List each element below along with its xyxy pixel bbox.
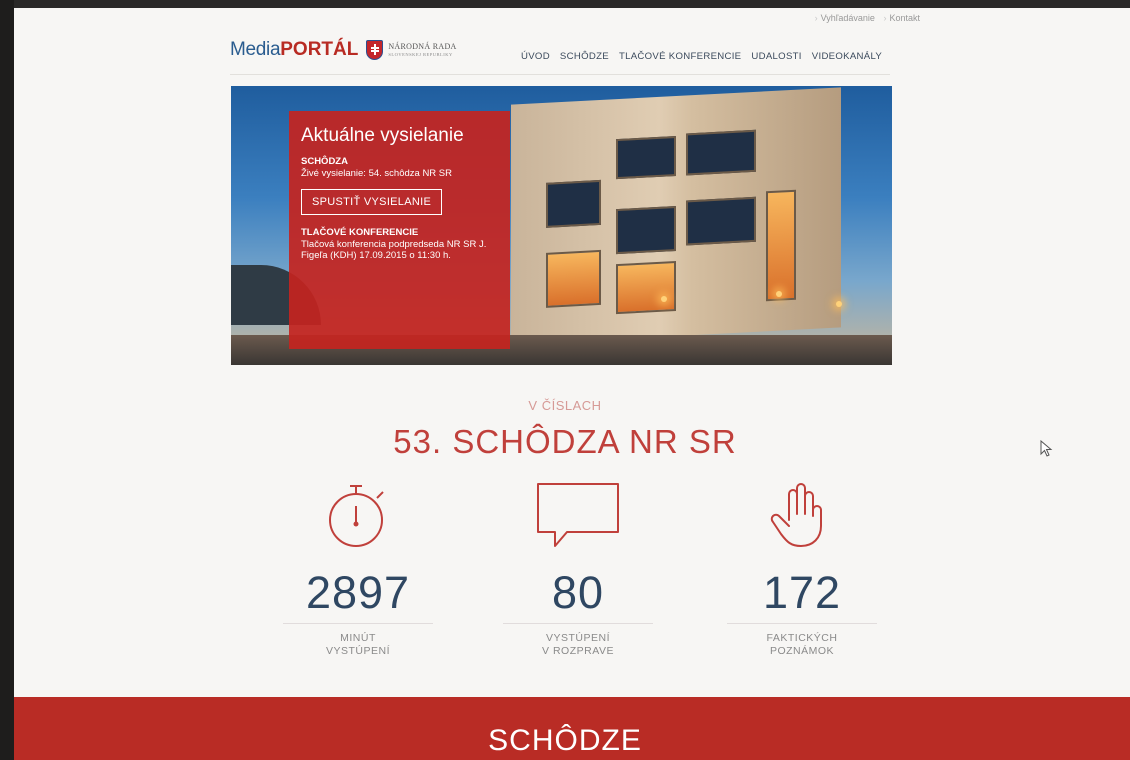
parliament-name: NÁRODNÁ RADA SLOVENSKEJ REPUBLIKY: [388, 41, 457, 58]
stat-label-line1: MINÚT: [340, 632, 376, 644]
building-window-lit: [546, 249, 601, 308]
logo-portal-text: PORTÁL: [280, 39, 359, 60]
stat-factual-notes: 172 FAKTICKÝCH POZNÁMOK: [722, 480, 882, 657]
slovak-crest-icon: [366, 40, 384, 60]
building-window: [546, 179, 601, 228]
mouse-cursor-icon: [1040, 440, 1053, 457]
nav-item-tlacove-konferencie[interactable]: TLAČOVÉ KONFERENCIE: [619, 51, 741, 62]
contact-link[interactable]: Kontakt: [889, 13, 920, 23]
top-links: › Vyhľadávanie › Kontakt: [814, 13, 920, 23]
stat-value: 80: [551, 567, 605, 618]
building-window-lit: [616, 261, 676, 315]
building-window: [616, 136, 676, 180]
building-window: [686, 196, 756, 246]
lamp-light: [776, 291, 782, 297]
nav-divider: [230, 74, 890, 75]
stat-label-line2: POZNÁMOK: [769, 644, 835, 657]
mediaportal-logo[interactable]: Media PORTÁL NÁRODNÁ RADA SLOVENSKEJ REP…: [230, 39, 457, 61]
nav-item-udalosti[interactable]: UDALOSTI: [751, 51, 801, 62]
stopwatch-icon: [329, 485, 384, 547]
logo-media-text: Media: [230, 39, 281, 60]
parliament-name-line2: SLOVENSKEJ REPUBLIKY: [388, 51, 453, 57]
nav-item-schodze[interactable]: SCHÔDZE: [560, 51, 609, 62]
nav-item-videokanaly[interactable]: VIDEOKANÁLY: [812, 51, 882, 62]
lamp-light: [836, 301, 842, 307]
search-link[interactable]: Vyhľadávanie: [821, 13, 875, 23]
stat-divider: [727, 623, 877, 624]
session-text[interactable]: Živé vysielanie: 54. schôdza NR SR: [301, 168, 498, 180]
monitor-bezel-top: [0, 0, 1130, 8]
monitor-bezel-left: [0, 0, 14, 760]
start-broadcast-button[interactable]: SPUSTIŤ VYSIELANIE: [301, 188, 443, 215]
speech-bubble-icon: [537, 483, 619, 547]
live-broadcast-title: Aktuálne vysielanie: [301, 125, 464, 146]
building-window: [686, 129, 756, 176]
main-nav: ÚVOD SCHÔDZE TLAČOVÉ KONFERENCIE UDALOST…: [521, 51, 882, 62]
press-conference-text[interactable]: Tlačová konferencia podpredseda NR SR J.…: [301, 239, 498, 262]
parliament-building-image: [511, 87, 841, 345]
stat-divider: [503, 623, 653, 624]
stat-label: MINÚT VYSTÚPENÍ: [278, 632, 438, 657]
stat-minutes: 2897 MINÚT VYSTÚPENÍ: [278, 480, 438, 657]
parliament-name-line1: NÁRODNÁ RADA: [388, 41, 457, 51]
stat-value: 2897: [305, 567, 411, 618]
stat-label-line1: VYSTÚPENÍ: [545, 632, 610, 644]
building-window: [616, 206, 676, 255]
hero-banner: Aktuálne vysielanie SCHÔDZA Živé vysiela…: [231, 86, 892, 365]
live-broadcast-panel: Aktuálne vysielanie SCHÔDZA Živé vysiela…: [289, 111, 510, 349]
press-conference-heading: TLAČOVÉ KONFERENCIE: [301, 226, 419, 238]
stat-label: VYSTÚPENÍ V ROZPRAVE: [498, 632, 658, 657]
stat-label-line2: VYSTÚPENÍ: [325, 644, 390, 657]
stat-label: FAKTICKÝCH POZNÁMOK: [722, 632, 882, 657]
building-entrance-lit: [766, 189, 796, 302]
stat-label-line1: FAKTICKÝCH: [766, 632, 838, 644]
schodze-section-title: SCHÔDZE: [488, 724, 642, 757]
stats-kicker: V ČÍSLACH: [528, 398, 602, 413]
stat-speeches: 80 VYSTÚPENÍ V ROZPRAVE: [498, 480, 658, 657]
stat-divider: [283, 623, 433, 624]
lamp-light: [661, 296, 667, 302]
nav-item-uvod[interactable]: ÚVOD: [521, 51, 550, 62]
raised-hand-icon: [770, 483, 822, 547]
stat-label-line2: V ROZPRAVE: [542, 644, 614, 657]
stat-value: 172: [762, 567, 842, 618]
stats-title: 53. SCHÔDZA NR SR: [393, 423, 737, 460]
session-heading: SCHÔDZA: [301, 156, 348, 167]
